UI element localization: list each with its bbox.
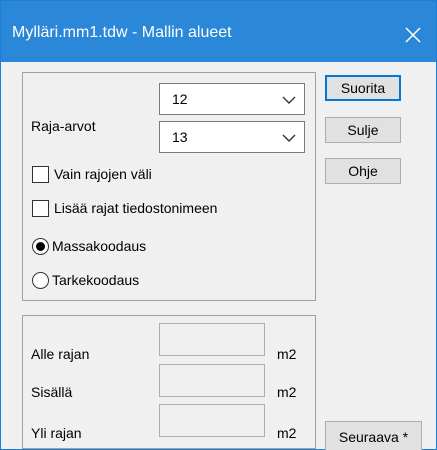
lower-limit-value: 12 bbox=[172, 91, 188, 107]
only-between-checkbox[interactable] bbox=[32, 166, 49, 183]
mass-coding-radio[interactable] bbox=[32, 238, 49, 255]
inside-field bbox=[159, 364, 265, 397]
chevron-down-icon bbox=[282, 96, 296, 104]
title-bar[interactable]: Mylläri.mm1.tdw - Mallin alueet bbox=[1, 1, 436, 62]
precision-coding-radio[interactable] bbox=[32, 272, 49, 289]
above-limit-field bbox=[159, 404, 265, 437]
window-title: Mylläri.mm1.tdw - Mallin alueet bbox=[12, 24, 232, 41]
above-limit-label: Yli rajan bbox=[31, 425, 82, 441]
close-icon bbox=[405, 27, 421, 43]
add-to-filename-checkbox[interactable] bbox=[32, 200, 49, 217]
run-button[interactable]: Suorita bbox=[325, 75, 401, 101]
lower-limit-dropdown[interactable]: 12 bbox=[159, 83, 305, 115]
upper-limit-value: 13 bbox=[172, 129, 188, 145]
inside-label: Sisällä bbox=[31, 384, 73, 400]
close-dialog-button-label: Sulje bbox=[347, 122, 379, 138]
help-button[interactable]: Ohje bbox=[325, 158, 401, 184]
add-to-filename-label[interactable]: Lisää rajat tiedostonimeen bbox=[54, 200, 217, 216]
upper-limit-dropdown[interactable]: 13 bbox=[159, 121, 305, 153]
mass-coding-label[interactable]: Massakoodaus bbox=[52, 238, 146, 254]
below-limit-unit: m2 bbox=[277, 346, 297, 362]
below-limit-label: Alle rajan bbox=[31, 346, 90, 362]
close-button[interactable] bbox=[390, 15, 436, 55]
only-between-label[interactable]: Vain rajojen väli bbox=[54, 166, 152, 182]
above-limit-unit: m2 bbox=[277, 425, 297, 441]
run-button-label: Suorita bbox=[340, 80, 386, 96]
next-button[interactable]: Seuraava * bbox=[325, 421, 422, 450]
dialog-window: Mylläri.mm1.tdw - Mallin alueet Raja-arv… bbox=[0, 0, 437, 450]
chevron-down-icon bbox=[282, 134, 296, 142]
limits-label: Raja-arvot bbox=[31, 118, 96, 134]
precision-coding-label[interactable]: Tarkekoodaus bbox=[52, 272, 139, 288]
below-limit-field bbox=[159, 323, 265, 356]
inside-unit: m2 bbox=[277, 384, 297, 400]
next-button-label: Seuraava * bbox=[338, 428, 409, 445]
help-button-label: Ohje bbox=[348, 163, 378, 179]
close-dialog-button[interactable]: Sulje bbox=[325, 117, 401, 143]
